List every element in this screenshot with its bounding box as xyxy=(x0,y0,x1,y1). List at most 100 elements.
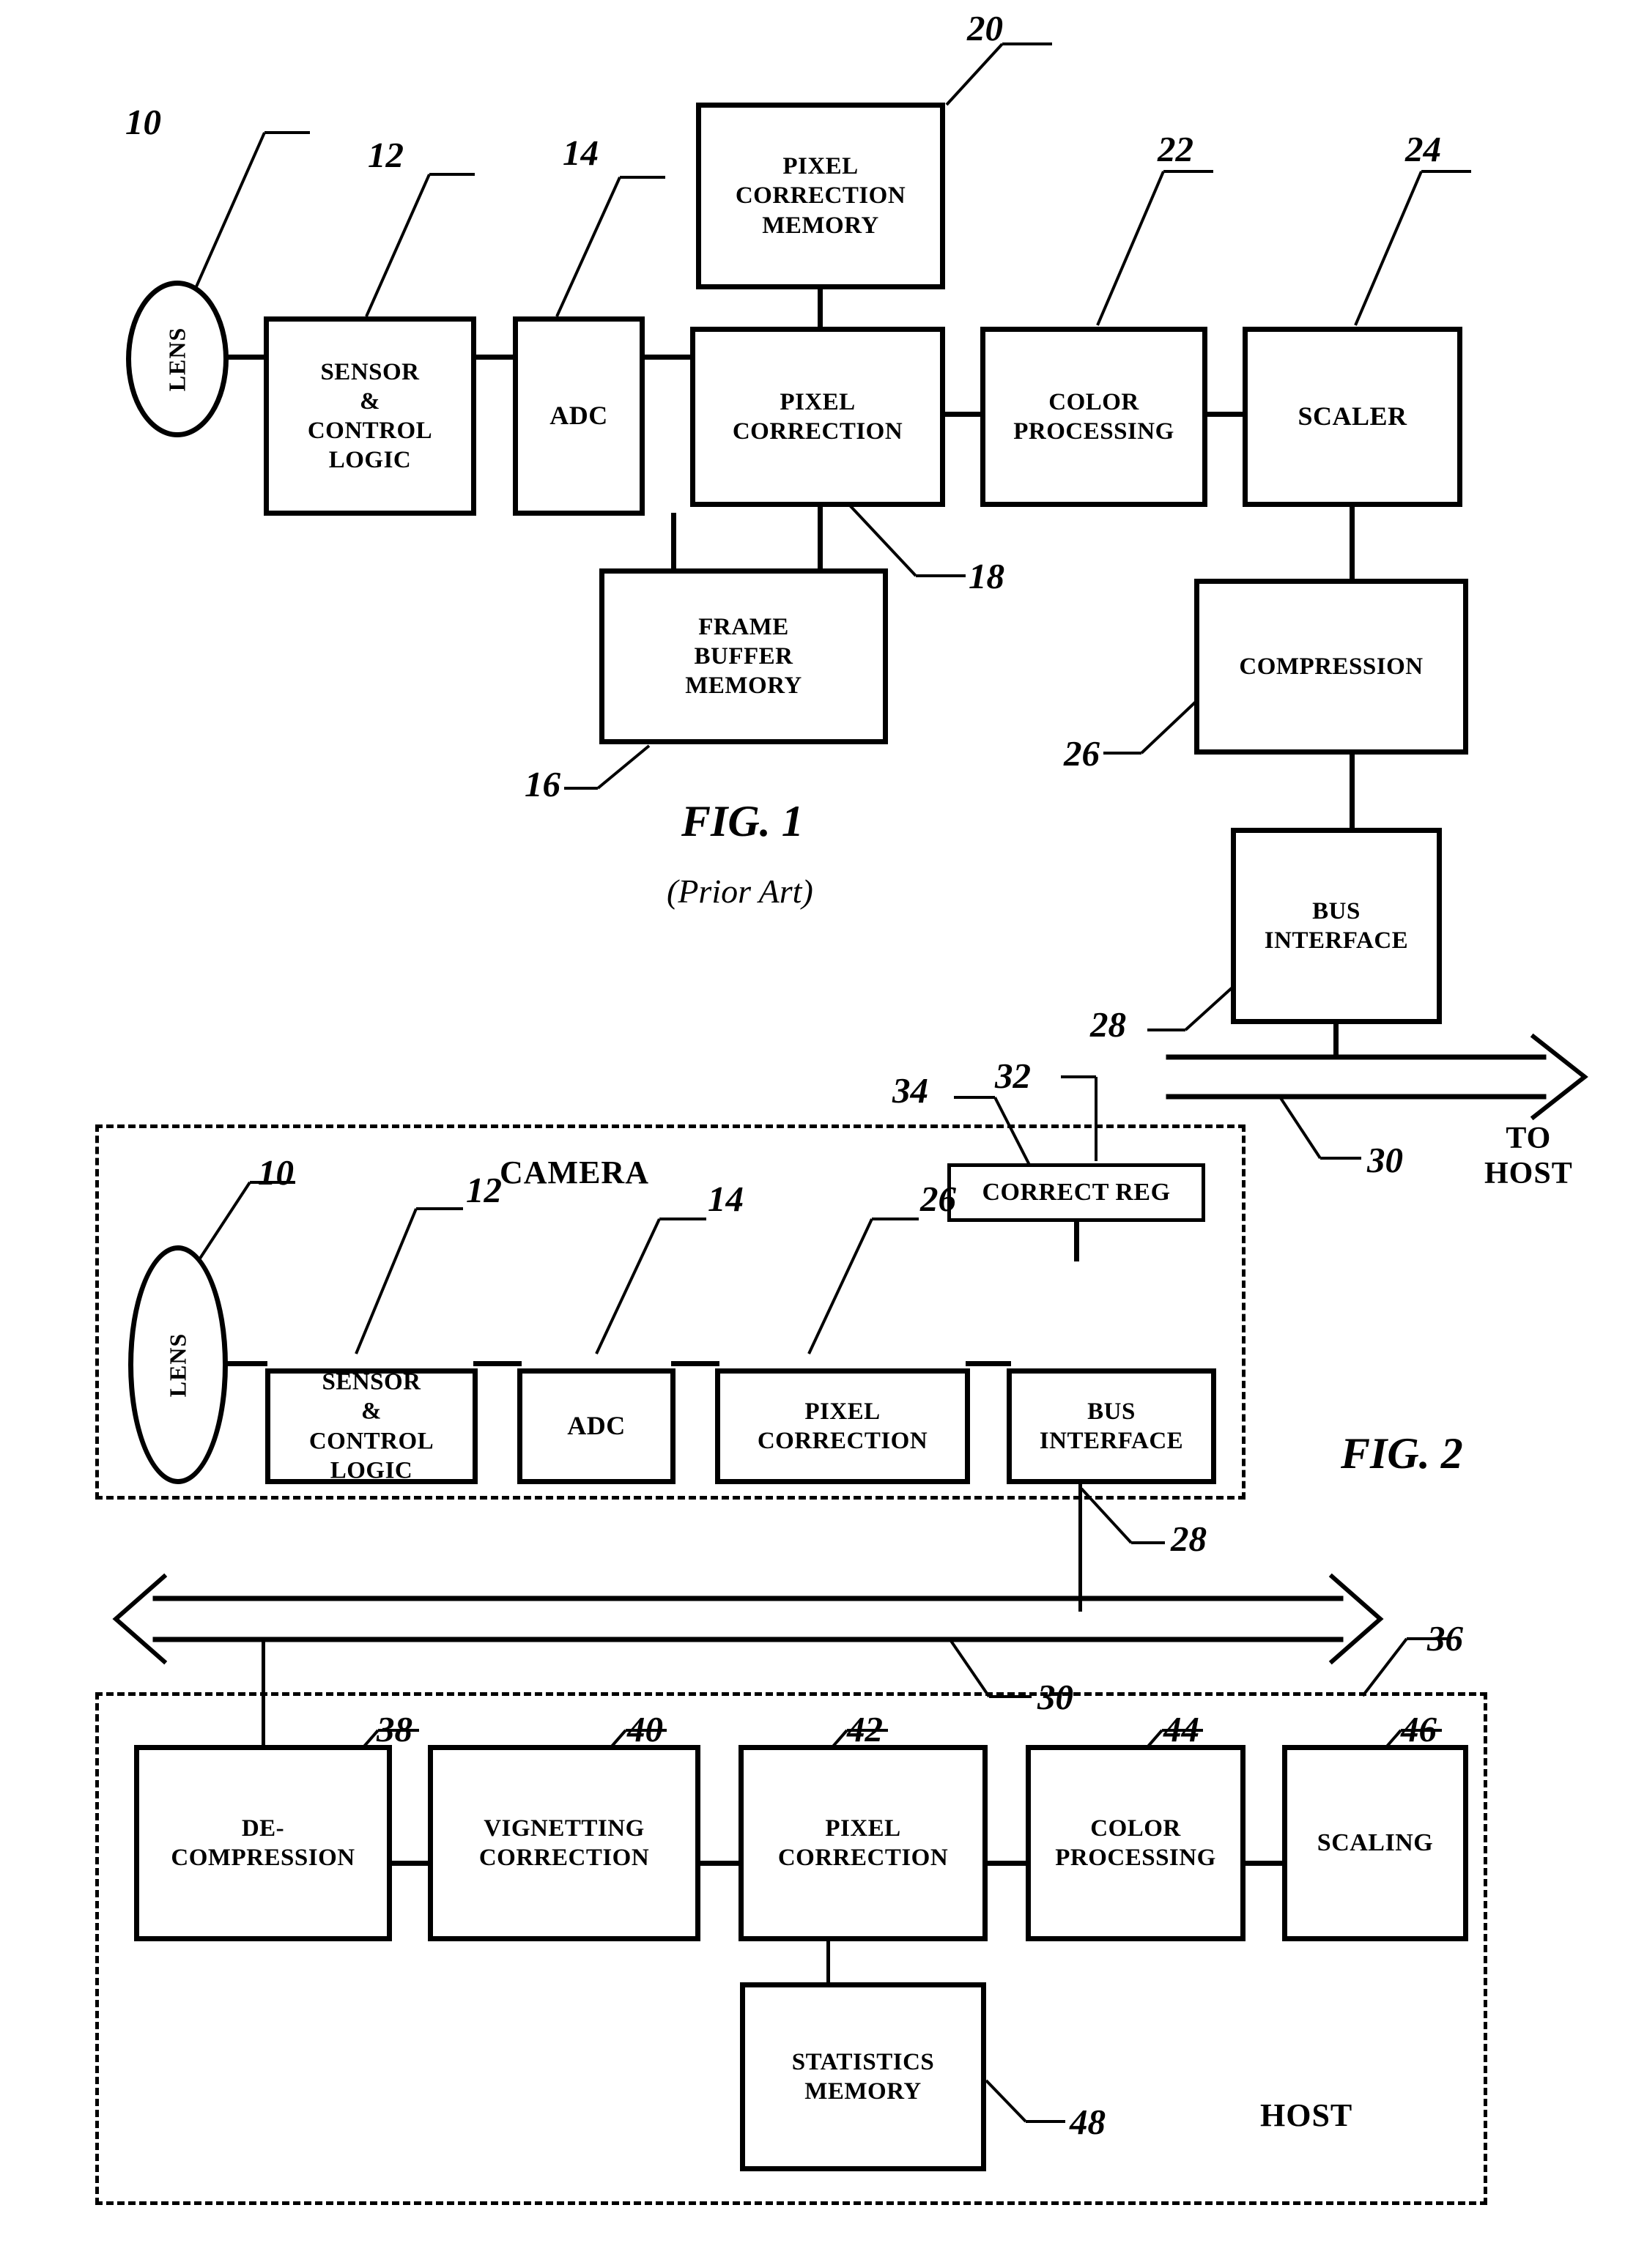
fig2-leader-48 xyxy=(985,2079,1065,2123)
fig2-block-scaling: SCALING xyxy=(1282,1745,1468,1941)
fig2-host-pixel-correction-label: PIXEL CORRECTION xyxy=(777,1815,949,1871)
fig2-leader-32 xyxy=(1061,1075,1098,1161)
fig1-block-sensor-control-logic: SENSOR & CONTROL LOGIC xyxy=(264,316,476,516)
fig1-wire-pcmem-to-pc xyxy=(818,286,823,328)
fig1-wire-adc-down xyxy=(671,513,676,570)
fig1-block-scaler: SCALER xyxy=(1243,327,1462,507)
patent-figure-sheet: PIXEL CORRECTION MEMORY 20 LENS 10 SENSO… xyxy=(0,0,1636,2268)
fig2-numeral-34: 34 xyxy=(892,1070,928,1111)
fig1-numeral-26: 26 xyxy=(1064,733,1100,774)
fig2-block-statistics-memory: STATISTICS MEMORY xyxy=(740,1982,986,2171)
fig2-block-bus-interface: BUS INTERFACE xyxy=(1007,1368,1216,1484)
fig1-color-processing-label: COLOR PROCESSING xyxy=(1013,388,1174,445)
fig1-wire-compression-to-businterface xyxy=(1350,750,1355,828)
fig2-numeral-10: 10 xyxy=(258,1152,294,1193)
fig1-compression-label: COMPRESSION xyxy=(1239,653,1424,680)
fig1-subcaption: (Prior Art) xyxy=(667,872,813,910)
fig1-wire-lens-to-sensor xyxy=(224,355,265,360)
fig2-wire-decomp-to-vignetting xyxy=(388,1861,432,1866)
fig1-block-bus-interface: BUS INTERFACE xyxy=(1231,828,1442,1024)
fig2-block-adc: ADC xyxy=(517,1368,676,1484)
fig1-leader-16 xyxy=(564,744,651,790)
fig1-pixel-correction-memory-label: PIXEL CORRECTION MEMORY xyxy=(735,153,906,239)
fig2-wire-correctreg-to-businterface xyxy=(1074,1219,1079,1261)
fig1-numeral-22: 22 xyxy=(1158,129,1193,169)
fig2-system-bus-arrow xyxy=(112,1573,1384,1665)
fig2-wire-color-to-scaling xyxy=(1241,1861,1287,1866)
fig2-numeral-36: 36 xyxy=(1427,1618,1463,1659)
fig2-block-vignetting-correction: VIGNETTING CORRECTION xyxy=(428,1745,700,1941)
fig2-numeral-12: 12 xyxy=(466,1170,502,1210)
fig2-numeral-32: 32 xyxy=(995,1056,1031,1096)
fig1-numeral-24: 24 xyxy=(1405,129,1441,169)
fig2-decompression-label: DE- COMPRESSION xyxy=(171,1815,355,1871)
fig1-block-color-processing: COLOR PROCESSING xyxy=(980,327,1207,507)
fig2-wire-hostpc-to-color xyxy=(983,1861,1030,1866)
fig1-bus-interface-label: BUS INTERFACE xyxy=(1264,897,1409,954)
fig1-numeral-10: 10 xyxy=(125,102,161,142)
fig1-leader-14 xyxy=(555,176,665,317)
fig2-host-color-processing-label: COLOR PROCESSING xyxy=(1055,1815,1216,1871)
fig1-pixel-correction-label: PIXEL CORRECTION xyxy=(732,388,903,445)
fig2-numeral-28: 28 xyxy=(1171,1519,1207,1559)
fig2-host-label: HOST xyxy=(1260,2097,1353,2133)
fig2-statistics-memory-label: STATISTICS MEMORY xyxy=(791,2048,935,2105)
fig1-numeral-18: 18 xyxy=(969,556,1004,596)
fig1-frame-buffer-label: FRAME BUFFER MEMORY xyxy=(685,613,802,700)
fig1-wire-sensor-to-adc xyxy=(473,355,517,360)
fig2-wire-pc-to-businterface xyxy=(966,1361,1011,1366)
fig1-caption: FIG. 1 xyxy=(681,797,804,845)
fig2-numeral-48: 48 xyxy=(1070,2102,1106,2142)
fig2-wire-vignetting-to-pc xyxy=(696,1861,743,1866)
fig2-vignetting-label: VIGNETTING CORRECTION xyxy=(478,1815,650,1871)
fig1-block-lens: LENS xyxy=(126,281,229,437)
fig1-wire-adc-to-pc xyxy=(641,355,694,360)
fig2-bus-interface-label: BUS INTERFACE xyxy=(1039,1398,1184,1454)
fig1-sensor-label: SENSOR & CONTROL LOGIC xyxy=(307,358,433,474)
fig2-lens-label: LENS xyxy=(164,1333,191,1397)
fig1-wire-pc-to-color xyxy=(941,412,985,417)
fig2-wire-pc-to-statistics xyxy=(826,1937,830,1984)
fig2-sensor-label: SENSOR & CONTROL LOGIC xyxy=(308,1368,434,1484)
fig2-block-host-color-processing: COLOR PROCESSING xyxy=(1026,1745,1245,1941)
fig2-numeral-44: 44 xyxy=(1163,1709,1199,1749)
fig2-pixel-correction-label: PIXEL CORRECTION xyxy=(757,1398,928,1454)
fig2-block-decompression: DE- COMPRESSION xyxy=(134,1745,392,1941)
fig1-block-pixel-correction: PIXEL CORRECTION xyxy=(690,327,945,507)
fig1-block-pixel-correction-memory: PIXEL CORRECTION MEMORY xyxy=(696,103,945,289)
fig2-correct-reg-label: CORRECT REG xyxy=(982,1179,1171,1207)
fig2-numeral-26: 26 xyxy=(920,1179,956,1219)
fig2-wire-sensor-to-adc xyxy=(473,1361,522,1366)
fig2-numeral-30: 30 xyxy=(1037,1677,1073,1717)
fig1-numeral-12: 12 xyxy=(368,135,404,175)
fig1-block-frame-buffer-memory: FRAME BUFFER MEMORY xyxy=(599,568,888,744)
fig1-wire-scaler-to-compression xyxy=(1350,504,1355,582)
fig2-numeral-38: 38 xyxy=(377,1709,412,1749)
fig1-lens-label: LENS xyxy=(163,327,190,391)
fig1-adc-label: ADC xyxy=(549,401,608,431)
fig1-block-adc: ADC xyxy=(513,316,645,516)
fig1-numeral-16: 16 xyxy=(525,764,560,804)
fig2-block-sensor-control-logic-outer: SENSOR & CONTROL LOGIC xyxy=(265,1368,478,1484)
fig2-numeral-14: 14 xyxy=(708,1179,744,1219)
fig2-adc-label: ADC xyxy=(567,1411,626,1441)
fig1-numeral-14: 14 xyxy=(563,133,599,173)
fig2-block-lens: LENS xyxy=(128,1245,228,1484)
fig1-scaler-label: SCALER xyxy=(1298,401,1407,431)
fig1-numeral-28: 28 xyxy=(1090,1004,1126,1045)
fig1-wire-color-to-scaler xyxy=(1203,412,1247,417)
fig1-numeral-20: 20 xyxy=(967,8,1003,48)
fig2-numeral-40: 40 xyxy=(627,1709,663,1749)
fig1-to-host-label: TO HOST xyxy=(1484,1122,1573,1190)
fig2-caption: FIG. 2 xyxy=(1341,1429,1463,1478)
fig2-numeral-42: 42 xyxy=(847,1709,883,1749)
fig2-numeral-46: 46 xyxy=(1401,1709,1437,1749)
fig1-block-compression: COMPRESSION xyxy=(1194,579,1468,755)
fig2-block-correct-reg: CORRECT REG xyxy=(947,1163,1205,1222)
fig1-wire-pc-down xyxy=(818,504,823,570)
fig2-scaling-label: SCALING xyxy=(1317,1829,1434,1857)
fig1-numeral-30: 30 xyxy=(1367,1140,1403,1180)
fig2-camera-label: CAMERA xyxy=(500,1155,649,1190)
fig2-block-pixel-correction: PIXEL CORRECTION xyxy=(715,1368,970,1484)
fig2-wire-lens-to-sensor xyxy=(223,1361,267,1366)
